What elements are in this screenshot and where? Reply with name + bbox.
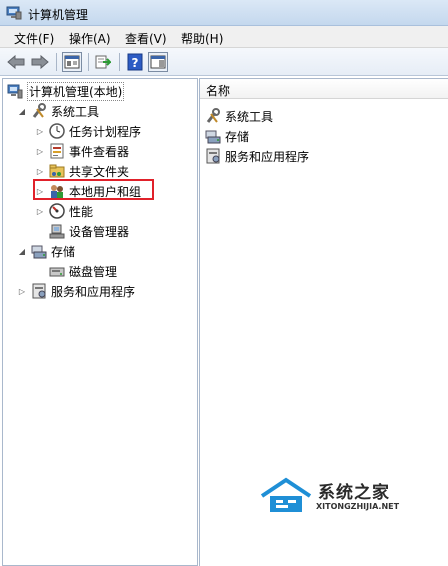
tree-item-label: 磁盘管理 [69,264,118,279]
computer-management-icon [7,83,23,99]
tree-item-label: 设备管理器 [69,224,130,239]
tools-icon [31,103,47,119]
column-header-name[interactable]: 名称 [200,79,448,99]
menu-file[interactable]: 文件(F) [14,30,54,47]
list-item-system-tools[interactable]: 系统工具 [205,107,273,125]
toolbar: ? [0,48,448,76]
event-viewer-icon [49,143,65,159]
computer-management-icon [6,6,22,20]
tree-item-disk-management[interactable]: 磁盘管理 [49,262,117,280]
tree-item-label: 事件查看器 [69,144,130,159]
expand-arrow-icon[interactable]: ▷ [35,126,45,136]
tree-item-event-viewer[interactable]: ▷ 事件查看器 [35,142,129,160]
disk-management-icon [49,263,65,279]
tree-item-label: 服务和应用程序 [51,284,136,299]
menu-view[interactable]: 查看(V) [125,30,167,47]
storage-icon [205,128,221,144]
tree-item-services-apps[interactable]: ▷ 服务和应用程序 [17,282,135,300]
tree-item-shared-folders[interactable]: ▷ 共享文件夹 [35,162,129,180]
tree-item-label: 任务计划程序 [69,124,142,139]
watermark-logo-icon [260,477,312,512]
toolbar-separator [88,53,89,71]
list-item-label: 服务和应用程序 [225,149,310,164]
svg-text:?: ? [132,56,139,70]
device-manager-icon [49,223,65,239]
expand-arrow-icon[interactable]: ▷ [17,286,27,296]
toolbar-separator [119,53,120,71]
expand-arrow-icon[interactable]: ▷ [35,166,45,176]
tree-item-label: 性能 [69,204,94,219]
title-bar: 计算机管理 [0,0,448,26]
list-item-storage[interactable]: 存储 [205,127,249,145]
show-hide-tree-icon[interactable] [62,52,82,72]
toolbar-separator [56,53,57,71]
tree-item-task-scheduler[interactable]: ▷ 任务计划程序 [35,122,141,140]
console-tree: 计算机管理(本地) ◢ 系统工具 ▷ 任务计划程序 ▷ 事件查看器 ▷ 共享文件… [2,78,198,566]
list-item-services-apps[interactable]: 服务和应用程序 [205,147,309,165]
collapse-arrow-icon[interactable]: ◢ [17,246,27,256]
performance-gauge-icon [49,203,65,219]
shared-folder-icon [49,163,65,179]
watermark-title: 系统之家 [318,483,390,503]
menu-help[interactable]: 帮助(H) [181,30,223,47]
expand-arrow-icon[interactable]: ▷ [35,206,45,216]
watermark: 系统之家 XITONGZHIJIA.NET [258,476,438,516]
list-item-label: 存储 [225,129,250,144]
tree-item-label: 共享文件夹 [69,164,130,179]
tools-icon [205,108,221,124]
tree-item-label: 计算机管理(本地) [27,81,125,101]
tree-item-label: 系统工具 [51,104,100,119]
tree-item-device-manager[interactable]: 设备管理器 [49,222,129,240]
collapse-arrow-icon[interactable]: ◢ [17,106,27,116]
tree-item-storage[interactable]: ◢ 存储 [17,242,75,260]
services-icon [31,283,47,299]
menu-bar: 文件(F) 操作(A) 查看(V) 帮助(H) [0,26,448,48]
tree-item-system-tools[interactable]: ◢ 系统工具 [17,102,99,120]
back-arrow-icon[interactable] [6,52,26,72]
export-list-icon[interactable] [93,52,113,72]
tree-item-performance[interactable]: ▷ 性能 [35,202,93,220]
clock-icon [49,123,65,139]
tree-item-root[interactable]: 计算机管理(本地) [7,81,125,101]
tree-item-label: 存储 [51,244,76,259]
help-icon[interactable]: ? [125,52,145,72]
menu-action[interactable]: 操作(A) [69,30,111,47]
storage-icon [31,243,47,259]
highlight-box [33,179,154,200]
window-title: 计算机管理 [28,8,89,22]
expand-arrow-icon[interactable]: ▷ [35,146,45,156]
properties-icon[interactable] [148,52,168,72]
services-icon [205,148,221,164]
watermark-url: XITONGZHIJIA.NET [316,502,400,511]
list-item-label: 系统工具 [225,109,274,124]
forward-arrow-icon[interactable] [30,52,50,72]
